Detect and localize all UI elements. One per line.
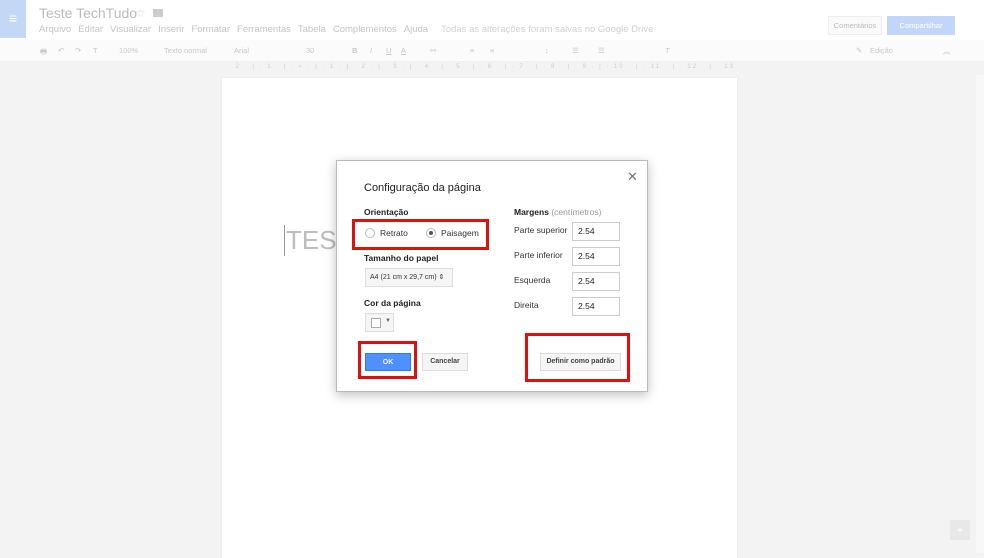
cancel-button[interactable]: Cancelar <box>422 353 468 371</box>
dialog-title: Configuração da página <box>364 182 481 194</box>
toolbar: 🖶 ↶ ↷ T 100% Texto normal Arial 30 B I U… <box>0 40 984 62</box>
paper-size-label: Tamanho do papel <box>364 253 439 263</box>
margin-right-label: Direita <box>514 300 539 310</box>
dropdown-arrow-icon: ▼ <box>385 318 391 324</box>
margin-top-label: Parte superior <box>514 225 568 235</box>
line-spacing-icon[interactable]: ↕ <box>545 46 549 55</box>
paper-size-value: A4 (21 cm x 29,7 cm) <box>370 274 437 281</box>
orientation-label: Orientação <box>364 207 409 217</box>
link-icon[interactable]: ⚯ <box>430 46 436 55</box>
margin-bottom-label: Parte inferior <box>514 250 563 260</box>
collapse-icon[interactable]: ︽ <box>943 46 951 57</box>
bold-icon[interactable]: B <box>352 46 357 55</box>
print-icon[interactable]: 🖶 <box>40 46 47 59</box>
set-default-highlight <box>525 333 630 382</box>
margin-left-input[interactable]: 2.54 <box>572 272 620 291</box>
share-button[interactable]: Compartilhar <box>887 16 955 35</box>
margins-unit: (centímetros) <box>551 207 602 217</box>
undo-icon[interactable]: ↶ <box>58 46 64 55</box>
docs-home-icon[interactable]: ≡ <box>0 0 26 38</box>
margin-left-label: Esquerda <box>514 275 551 285</box>
menu-ajuda[interactable]: Ajuda <box>404 24 428 35</box>
menu-ferramentas[interactable]: Ferramentas <box>237 24 291 35</box>
paper-size-select[interactable]: A4 (21 cm x 29,7 cm) ⇕ <box>365 268 453 287</box>
menu-arquivo[interactable]: Arquivo <box>39 24 71 35</box>
page-color-picker[interactable]: ▼ <box>365 313 394 332</box>
document-text[interactable]: TES <box>284 225 337 256</box>
zoom-select[interactable]: 100% <box>119 46 138 55</box>
star-icon[interactable]: ☆ <box>135 6 146 20</box>
comments-button[interactable]: Comentários <box>828 16 882 35</box>
margin-top-input[interactable]: 2.54 <box>572 222 620 241</box>
margins-title: Margens <box>514 207 549 217</box>
font-select[interactable]: Arial <box>234 46 249 55</box>
italic-icon[interactable]: I <box>370 46 372 55</box>
explore-icon[interactable]: + <box>950 520 970 540</box>
align-center-icon[interactable]: ≡ <box>490 46 494 55</box>
bulleted-list-icon[interactable]: ☰ <box>598 46 605 55</box>
orientation-highlight <box>352 219 489 250</box>
scrollbar[interactable] <box>976 75 984 553</box>
color-swatch <box>371 318 381 328</box>
header: ≡ Teste TechTudo ☆ Arquivo Editar Visual… <box>0 0 984 40</box>
menu-tabela[interactable]: Tabela <box>298 24 326 35</box>
font-size-select[interactable]: 30 <box>306 46 314 55</box>
save-status[interactable]: Todas as alterações foram salvas no Goog… <box>441 24 653 35</box>
menu-formatar[interactable]: Formatar <box>191 24 230 35</box>
menu-bar: Arquivo Editar Visualizar Inserir Format… <box>39 24 653 35</box>
redo-icon[interactable]: ↷ <box>75 46 81 55</box>
updown-icon: ⇕ <box>438 274 445 281</box>
numbered-list-icon[interactable]: ☰ <box>572 46 579 55</box>
clear-formatting-icon[interactable]: T <box>665 46 670 55</box>
menu-complementos[interactable]: Complementos <box>333 24 397 35</box>
mode-select[interactable]: Edição <box>870 46 893 55</box>
pencil-icon: ✎ <box>856 46 863 55</box>
ok-highlight <box>358 341 417 379</box>
menu-inserir[interactable]: Inserir <box>158 24 184 35</box>
underline-icon[interactable]: U <box>386 46 391 55</box>
folder-icon[interactable] <box>153 9 163 17</box>
margin-right-input[interactable]: 2.54 <box>572 297 620 316</box>
page-color-label: Cor da página <box>364 298 421 308</box>
align-left-icon[interactable]: ≡ <box>470 46 474 55</box>
menu-editar[interactable]: Editar <box>78 24 103 35</box>
text-color-icon[interactable]: A <box>401 46 406 55</box>
menu-visualizar[interactable]: Visualizar <box>110 24 151 35</box>
margins-label: Margens (centímetros) <box>514 207 601 217</box>
document-title[interactable]: Teste TechTudo <box>39 5 137 21</box>
paint-format-icon[interactable]: T <box>93 46 98 55</box>
ruler[interactable]: · 2 · | · 1 · | · ▿ · | · 1 · | · 2 · | … <box>228 63 738 73</box>
style-select[interactable]: Texto normal <box>164 46 207 55</box>
margin-bottom-input[interactable]: 2.54 <box>572 247 620 266</box>
close-icon[interactable]: ✕ <box>627 169 638 185</box>
